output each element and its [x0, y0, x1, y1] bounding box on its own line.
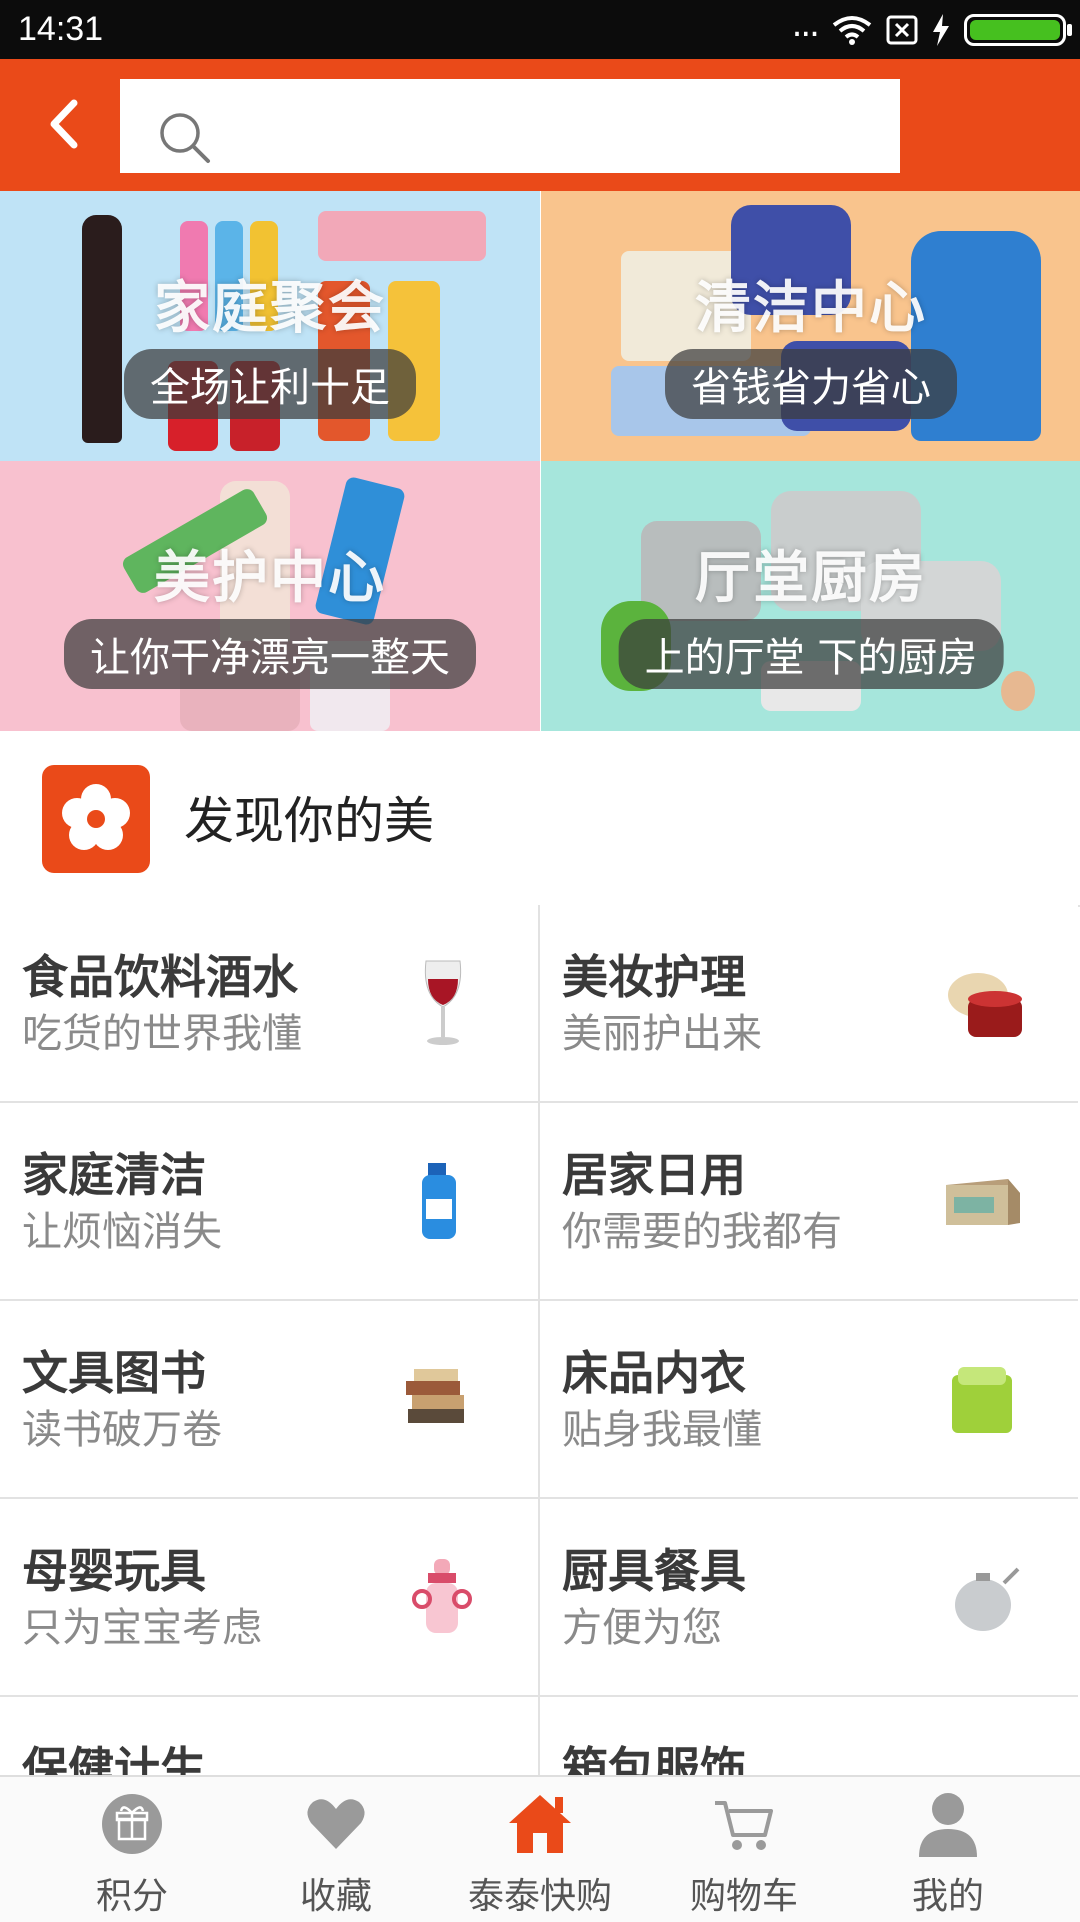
banner-title: 家庭聚会 — [154, 276, 386, 341]
category-item[interactable]: 床品内衣 贴身我最懂 — [540, 1301, 1078, 1499]
wifi-icon — [832, 16, 872, 45]
category-subtitle: 吃货的世界我懂 — [22, 1011, 302, 1057]
books-icon — [406, 1369, 464, 1423]
egg-image — [1001, 671, 1035, 711]
status-time: 14:31 — [18, 10, 104, 48]
bottom-tab-bar: 积分 收藏 泰泰快购 购物车 我的 — [0, 1775, 1080, 1922]
banner-subtitle: 让你干净漂亮一整天 — [64, 619, 476, 689]
section-header: 发现你的美 — [0, 731, 1080, 907]
tab-cart[interactable]: 购物车 — [636, 1777, 852, 1922]
category-item[interactable]: 食品饮料酒水 吃货的世界我懂 — [0, 905, 540, 1103]
category-subtitle: 贴身我最懂 — [562, 1407, 762, 1453]
chevron-left-icon — [50, 99, 78, 149]
banner-subtitle: 上的厅堂 下的厨房 — [618, 619, 1004, 689]
category-name: 家庭清洁 — [22, 1148, 206, 1202]
category-name: 美妆护理 — [562, 950, 746, 1004]
category-grid: 食品饮料酒水 吃货的世界我懂 美妆护理 美丽护出来 家庭清洁 让烦恼消失 居家日… — [0, 905, 1080, 1775]
search-input[interactable] — [230, 97, 874, 159]
detergent-bottle-icon — [422, 1163, 456, 1239]
cart-icon — [715, 1801, 773, 1850]
category-subtitle: 方便为您 — [562, 1605, 722, 1651]
banner-family-party[interactable]: 家庭聚会 全场让利十足 — [0, 191, 540, 461]
banner-subtitle: 省钱省力省心 — [665, 349, 957, 419]
category-item[interactable]: 家庭清洁 让烦恼消失 — [0, 1103, 540, 1301]
status-icons: ... — [791, 5, 1072, 50]
tab-label: 泰泰快购 — [467, 1876, 612, 1917]
battery-icon — [964, 14, 1072, 46]
category-item[interactable]: 文具图书 读书破万卷 — [0, 1301, 540, 1499]
user-icon — [919, 1793, 977, 1857]
banner-cleaning-center[interactable]: 清洁中心 省钱省力省心 — [541, 191, 1080, 461]
top-bar — [0, 59, 1080, 191]
category-item[interactable]: 居家日用 你需要的我都有 — [540, 1103, 1078, 1301]
category-name: 食品饮料酒水 — [22, 950, 298, 1004]
category-name: 床品内衣 — [562, 1346, 746, 1400]
home-icon — [509, 1795, 571, 1853]
tab-label: 购物车 — [689, 1876, 798, 1917]
bedding-icon — [952, 1367, 1012, 1433]
banner-title: 美护中心 — [154, 546, 386, 611]
banner-home-kitchen[interactable]: 厅堂厨房 上的厅堂 下的厨房 — [541, 461, 1080, 731]
tab-home[interactable]: 泰泰快购 — [432, 1777, 648, 1922]
category-subtitle: 美丽护出来 — [562, 1011, 762, 1057]
category-name: 母婴玩具 — [22, 1544, 206, 1598]
banner-subtitle: 全场让利十足 — [124, 349, 416, 419]
category-subtitle: 让烦恼消失 — [22, 1209, 222, 1255]
cream-jar-icon — [948, 973, 1022, 1037]
tab-label: 我的 — [911, 1876, 984, 1917]
promo-banner-grid: 家庭聚会 全场让利十足 清洁中心 省钱省力省心 美护中心 让你干净漂亮一整天 厅… — [0, 191, 1080, 731]
category-item[interactable]: 保健计生 — [0, 1697, 540, 1775]
category-subtitle: 你需要的我都有 — [562, 1209, 842, 1255]
category-subtitle: 只为宝宝考虑 — [22, 1605, 262, 1651]
yogurt-pack-image — [318, 211, 486, 261]
search-icon — [160, 113, 210, 163]
category-name: 箱包服饰 — [562, 1742, 746, 1775]
category-item[interactable]: 厨具餐具 方便为您 — [540, 1499, 1078, 1697]
category-name: 文具图书 — [22, 1346, 206, 1400]
banner-title: 厅堂厨房 — [695, 546, 927, 611]
wine-glass-icon — [424, 960, 462, 1045]
category-subtitle: 读书破万卷 — [22, 1407, 222, 1453]
charging-icon — [933, 14, 949, 46]
banner-title: 清洁中心 — [695, 276, 927, 341]
tab-label: 收藏 — [299, 1876, 372, 1917]
tab-label: 积分 — [95, 1876, 168, 1917]
baby-bottle-icon — [412, 1559, 472, 1633]
category-item[interactable]: 母婴玩具 只为宝宝考虑 — [0, 1499, 540, 1697]
tab-points[interactable]: 积分 — [24, 1777, 240, 1922]
signal-dots-icon: ... — [791, 5, 820, 45]
category-name: 居家日用 — [562, 1148, 746, 1202]
heart-icon — [307, 1799, 365, 1849]
tab-profile[interactable]: 我的 — [840, 1777, 1056, 1922]
search-box[interactable] — [120, 79, 900, 173]
gift-icon — [102, 1794, 162, 1854]
category-item[interactable]: 箱包服饰 — [540, 1697, 1078, 1775]
category-name: 厨具餐具 — [562, 1544, 746, 1598]
category-item[interactable]: 美妆护理 美丽护出来 — [540, 905, 1078, 1103]
tab-favorites[interactable]: 收藏 — [228, 1777, 444, 1922]
category-name: 保健计生 — [22, 1742, 206, 1775]
flower-icon — [42, 765, 150, 873]
teapot-icon — [955, 1567, 1020, 1631]
no-sim-icon — [886, 15, 918, 45]
storage-box-icon — [946, 1179, 1020, 1225]
status-bar: 14:31 ... — [0, 0, 1080, 59]
banner-beauty-care[interactable]: 美护中心 让你干净漂亮一整天 — [0, 461, 540, 731]
back-button[interactable] — [40, 89, 90, 159]
section-title: 发现你的美 — [184, 792, 434, 850]
